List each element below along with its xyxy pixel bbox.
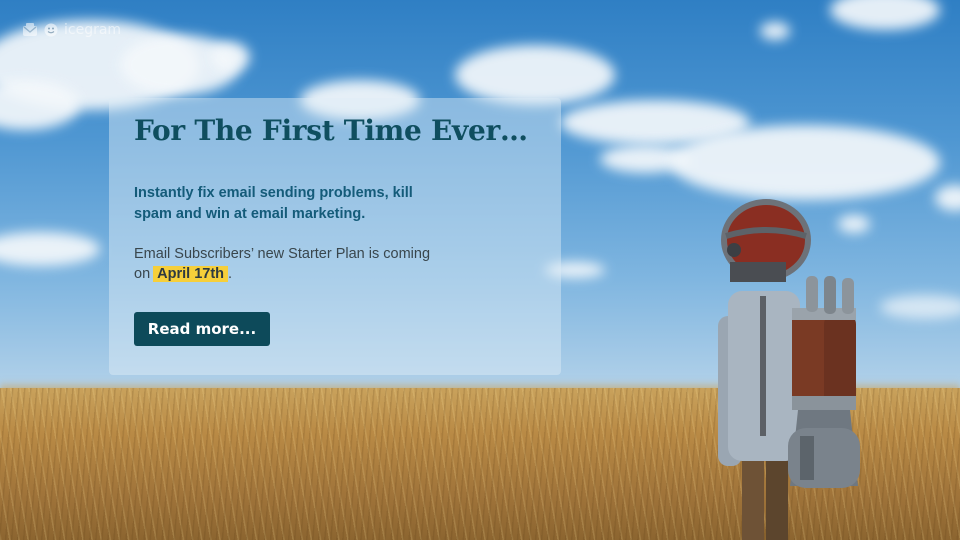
cloud	[880, 295, 960, 319]
cloud	[455, 45, 615, 105]
headline-highlight-wrap: First Time Ever…	[256, 114, 551, 151]
logo-text: icegram	[64, 22, 122, 38]
trailing-punct: .	[228, 266, 233, 282]
cloud	[760, 22, 790, 40]
smiley-icon	[44, 23, 58, 37]
cloud	[670, 125, 940, 200]
headline-highlight: First Time Ever…	[261, 114, 528, 147]
read-more-button[interactable]: Read more...	[134, 312, 270, 346]
headline: For The First Time Ever…	[134, 114, 551, 151]
cloud	[210, 42, 250, 72]
tagline: Instantly fix email sending problems, ki…	[134, 185, 413, 222]
description: Email Subscribers’ new Starter Plan is c…	[134, 244, 434, 284]
headline-prefix: For The	[134, 114, 262, 147]
envelope-icon	[23, 23, 37, 36]
astronaut-figure	[718, 199, 860, 540]
launch-date: April 17th	[153, 266, 229, 282]
brand-logo[interactable]: icegram	[22, 22, 121, 38]
